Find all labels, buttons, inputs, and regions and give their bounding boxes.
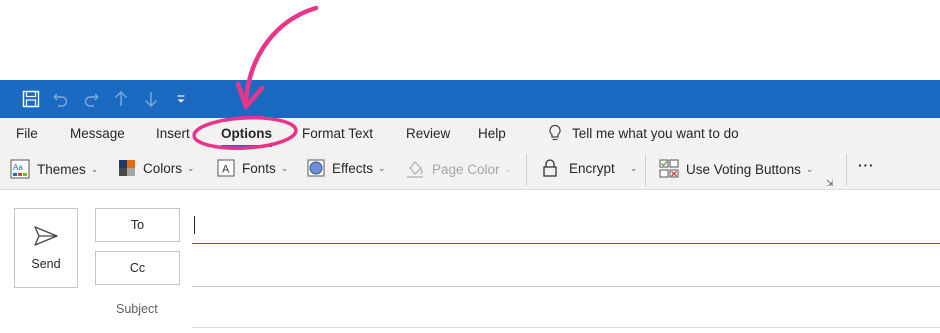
send-icon xyxy=(34,226,58,246)
subject-field[interactable] xyxy=(192,292,940,328)
paint-bucket-icon xyxy=(407,161,423,178)
customize-qat-button[interactable] xyxy=(166,84,196,114)
effects-label: Effects xyxy=(332,160,374,176)
save-button[interactable] xyxy=(16,84,46,114)
tab-review[interactable]: Review xyxy=(406,126,450,141)
ribbon-separator xyxy=(645,154,646,186)
compose-header: Send To Cc Subject xyxy=(0,190,940,333)
encrypt-label: Encrypt xyxy=(569,160,615,176)
more-icon: ··· xyxy=(858,158,875,173)
subject-label: Subject xyxy=(116,302,158,316)
chevron-down-icon: ⌄ xyxy=(504,163,513,174)
more-commands-button[interactable]: ··· xyxy=(858,158,875,173)
effects-button[interactable]: Effects ⌄ xyxy=(307,159,386,177)
chevron-down-icon: ⌄ xyxy=(90,163,99,174)
svg-text:A: A xyxy=(222,164,230,176)
save-icon xyxy=(22,90,40,108)
chevron-down-icon: ⌄ xyxy=(280,162,289,173)
undo-icon xyxy=(53,93,68,107)
colors-button[interactable]: Colors ⌄ xyxy=(118,159,195,177)
cc-field[interactable] xyxy=(192,251,940,287)
down-arrow-icon xyxy=(145,92,157,107)
to-field[interactable] xyxy=(192,208,940,244)
lightbulb-icon xyxy=(549,124,561,141)
tab-file[interactable]: File xyxy=(16,126,38,141)
fonts-button[interactable]: A Fonts ⌄ xyxy=(217,159,288,177)
chevron-down-icon: ⌄ xyxy=(378,162,386,173)
themes-button[interactable]: Aa Themes ⌄ xyxy=(10,159,98,179)
colors-label: Colors xyxy=(143,160,183,176)
send-label: Send xyxy=(31,257,61,271)
voting-label: Use Voting Buttons xyxy=(686,161,801,177)
ribbon-separator xyxy=(526,154,527,186)
to-button[interactable]: To xyxy=(95,208,180,242)
page-color-button[interactable]: Page Color ⌄ xyxy=(405,159,512,179)
tab-help[interactable]: Help xyxy=(478,126,506,141)
encrypt-button[interactable]: Encrypt ⌄ xyxy=(542,159,637,177)
cc-button[interactable]: Cc xyxy=(95,251,180,285)
customize-qat-icon xyxy=(177,95,185,103)
colors-icon xyxy=(119,160,135,176)
redo-button[interactable] xyxy=(76,84,106,114)
themes-label: Themes xyxy=(37,161,86,177)
effects-icon xyxy=(307,159,325,177)
lock-icon xyxy=(543,159,557,177)
chevron-down-icon: ⌄ xyxy=(187,162,195,173)
tab-insert[interactable]: Insert xyxy=(156,126,190,141)
text-cursor xyxy=(194,216,195,234)
next-item-button[interactable] xyxy=(136,84,166,114)
svg-text:Aa: Aa xyxy=(13,163,23,172)
ribbon-separator xyxy=(846,154,847,186)
up-arrow-icon xyxy=(115,91,127,106)
redo-icon xyxy=(84,93,99,107)
page-color-label: Page Color xyxy=(432,161,500,177)
tell-me-label: Tell me what you want to do xyxy=(572,125,739,141)
chevron-down-icon: ⌄ xyxy=(805,163,814,174)
ribbon-commands: Aa Themes ⌄ Colors ⌄ A Fonts ⌄ Effects ⌄… xyxy=(0,150,940,190)
tab-format-text[interactable]: Format Text xyxy=(302,126,373,141)
themes-icon: Aa xyxy=(10,159,30,179)
fonts-label: Fonts xyxy=(242,160,276,176)
send-button[interactable]: Send xyxy=(14,208,78,288)
chevron-down-icon: ⌄ xyxy=(629,162,638,173)
tell-me-search[interactable]: Tell me what you want to do xyxy=(548,124,739,142)
voting-icon xyxy=(659,159,679,178)
ribbon-tabs: File Message Insert Options Format Text … xyxy=(0,118,940,150)
tab-message[interactable]: Message xyxy=(70,126,125,141)
dialog-launcher-icon[interactable]: ⇲ xyxy=(826,178,834,189)
tab-options[interactable]: Options xyxy=(221,126,272,147)
voting-buttons-button[interactable]: Use Voting Buttons ⌄ xyxy=(659,159,813,179)
undo-button[interactable] xyxy=(46,84,76,114)
previous-item-button[interactable] xyxy=(106,84,136,114)
title-bar xyxy=(0,80,940,118)
fonts-icon: A xyxy=(217,159,235,177)
